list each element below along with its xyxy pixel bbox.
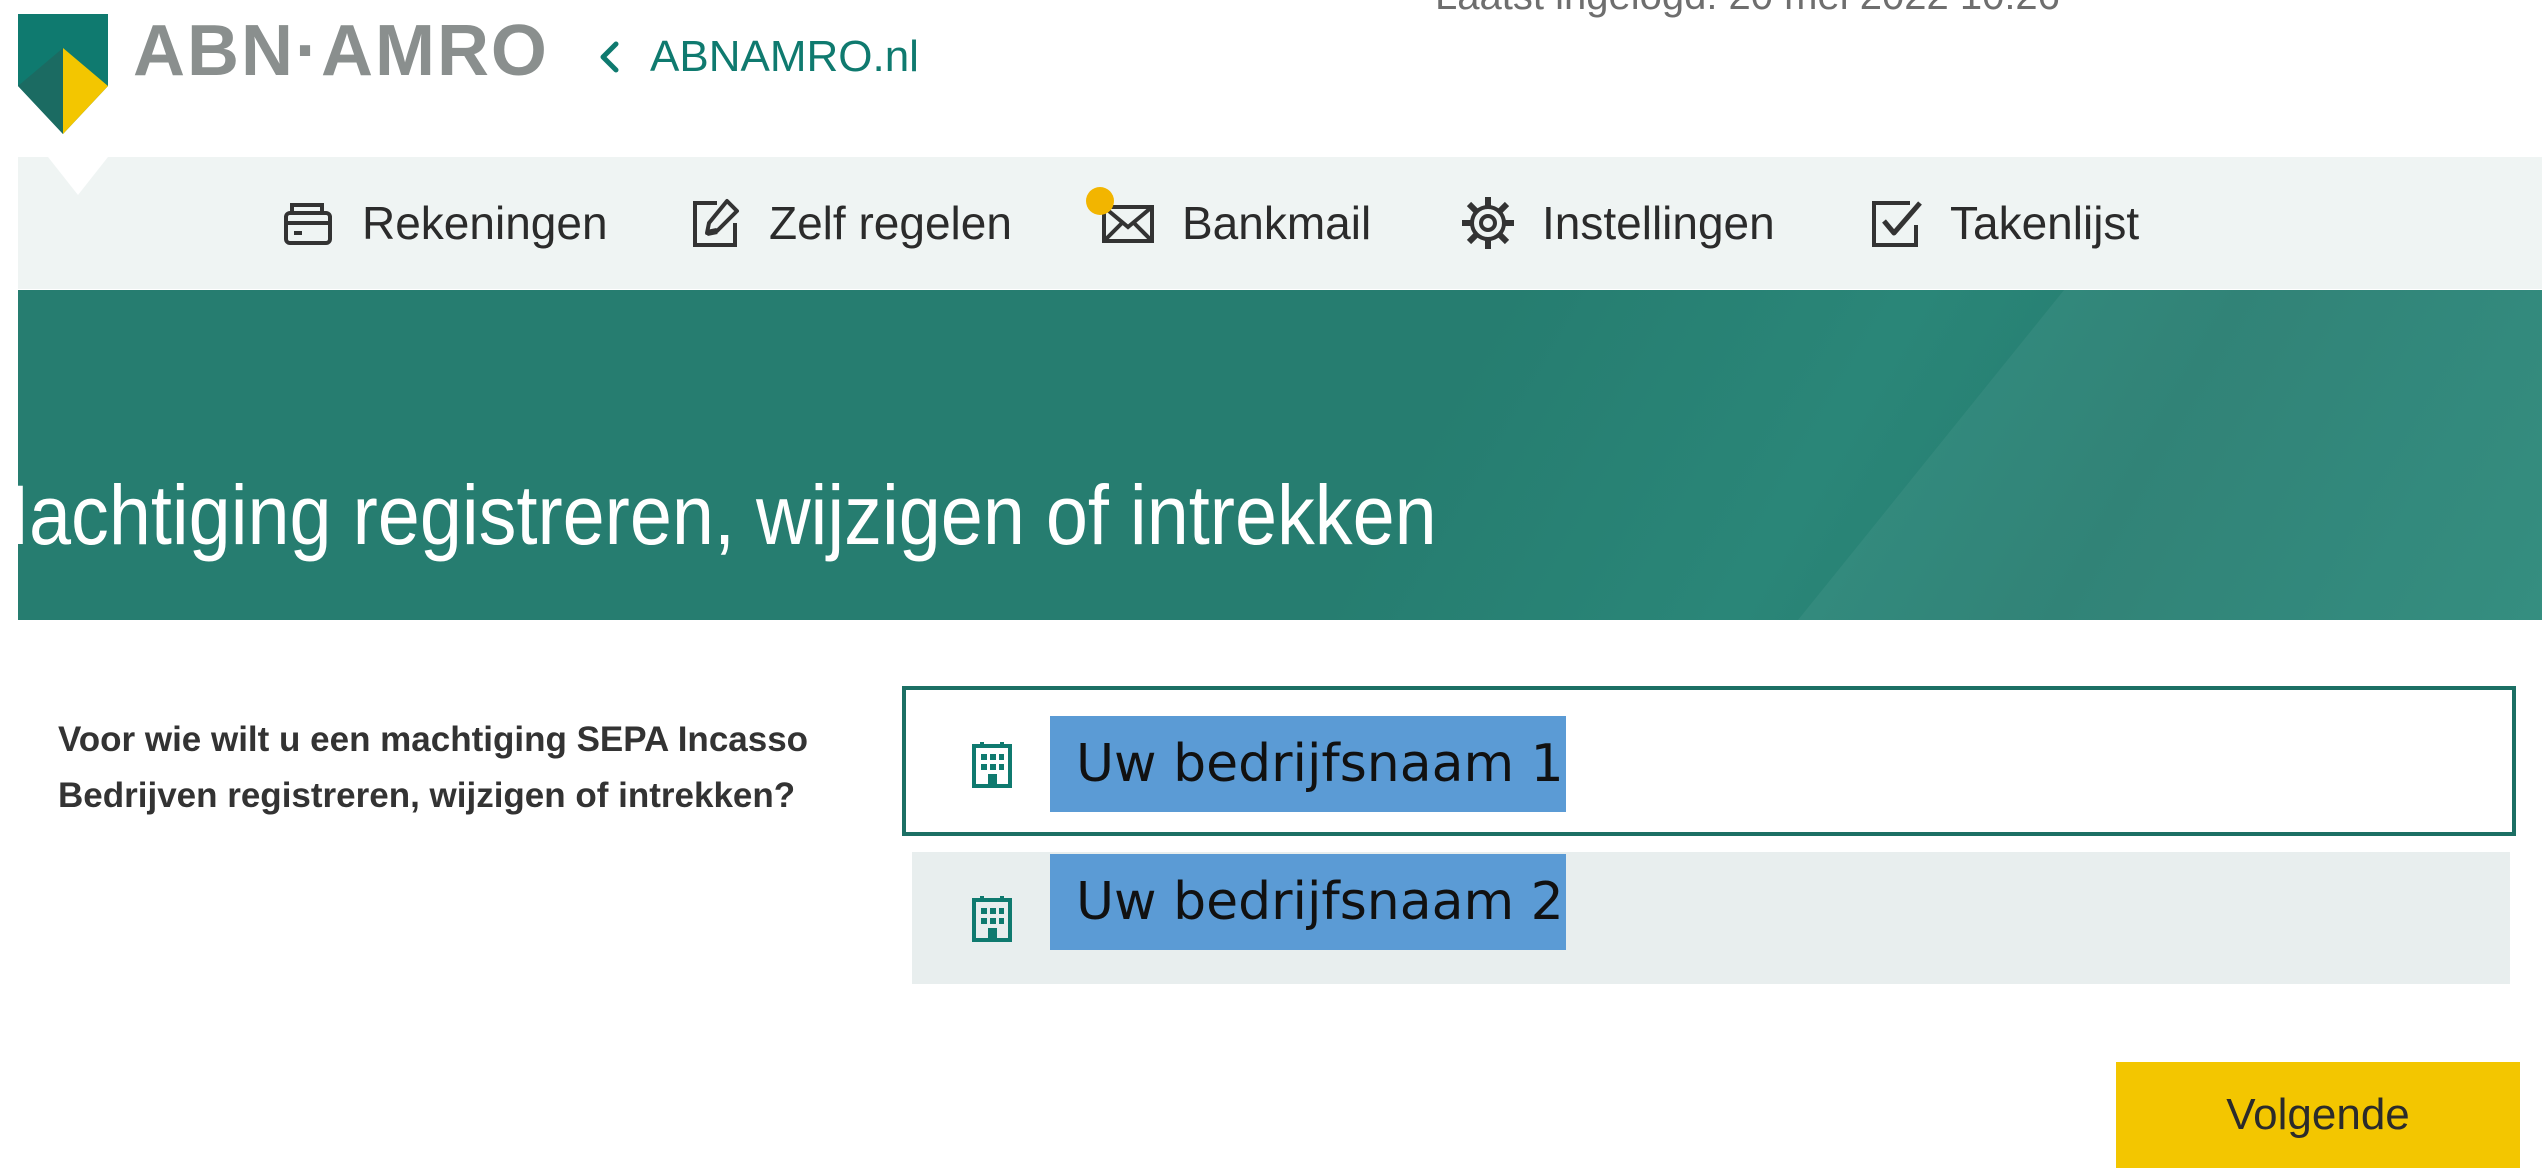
last-login-text: Laatst ingelogd: 20 mei 2022 10:26 xyxy=(1435,0,2060,22)
abnamro-nl-label: ABNAMRO.nl xyxy=(650,32,919,81)
abn-amro-logo-icon[interactable] xyxy=(18,14,108,134)
next-button[interactable]: Volgende xyxy=(2116,1062,2520,1168)
gear-icon xyxy=(1462,197,1514,249)
nav-label-bankmail: Bankmail xyxy=(1182,197,1372,249)
company-name-2[interactable]: Uw bedrijfsnaam 2 xyxy=(1050,854,1566,950)
nav-item-takenlijst[interactable]: Takenlijst xyxy=(1868,157,2139,289)
bankmail-notification-badge xyxy=(1086,187,1114,215)
brand-name: ABN·AMRO xyxy=(133,11,549,91)
checkbox-icon xyxy=(1872,201,1922,247)
nav-item-zelf-regelen[interactable]: Zelf regelen xyxy=(687,157,1012,289)
nav-item-instellingen[interactable]: Instellingen xyxy=(1460,157,1775,289)
nav-item-bankmail[interactable]: Bankmail xyxy=(1100,157,1371,289)
nav-label-rekeningen: Rekeningen xyxy=(362,197,608,249)
abnamro-nl-link[interactable]: ABNAMRO.nl xyxy=(598,22,919,92)
chevron-left-icon xyxy=(600,41,619,73)
page-title: Machtiging registreren, wijzigen of intr… xyxy=(18,468,1437,562)
nav-label-takenlijst: Takenlijst xyxy=(1950,197,2140,249)
building-icon xyxy=(972,742,1012,788)
nav-item-rekeningen[interactable]: Rekeningen xyxy=(280,157,608,289)
hero-decoration xyxy=(1798,290,2542,620)
question-label: Voor wie wilt u een machtiging SEPA Inca… xyxy=(58,720,809,815)
company-name-1[interactable]: Uw bedrijfsnaam 1 xyxy=(1050,716,1566,812)
nav-label-instellingen: Instellingen xyxy=(1542,197,1775,249)
nav-pointer xyxy=(48,157,108,195)
building-icon xyxy=(972,896,1012,942)
nav-label-zelf-regelen: Zelf regelen xyxy=(769,197,1012,249)
hero-banner: Machtiging registreren, wijzigen of intr… xyxy=(18,290,2542,620)
edit-icon xyxy=(693,199,739,247)
wallet-icon xyxy=(284,203,332,245)
